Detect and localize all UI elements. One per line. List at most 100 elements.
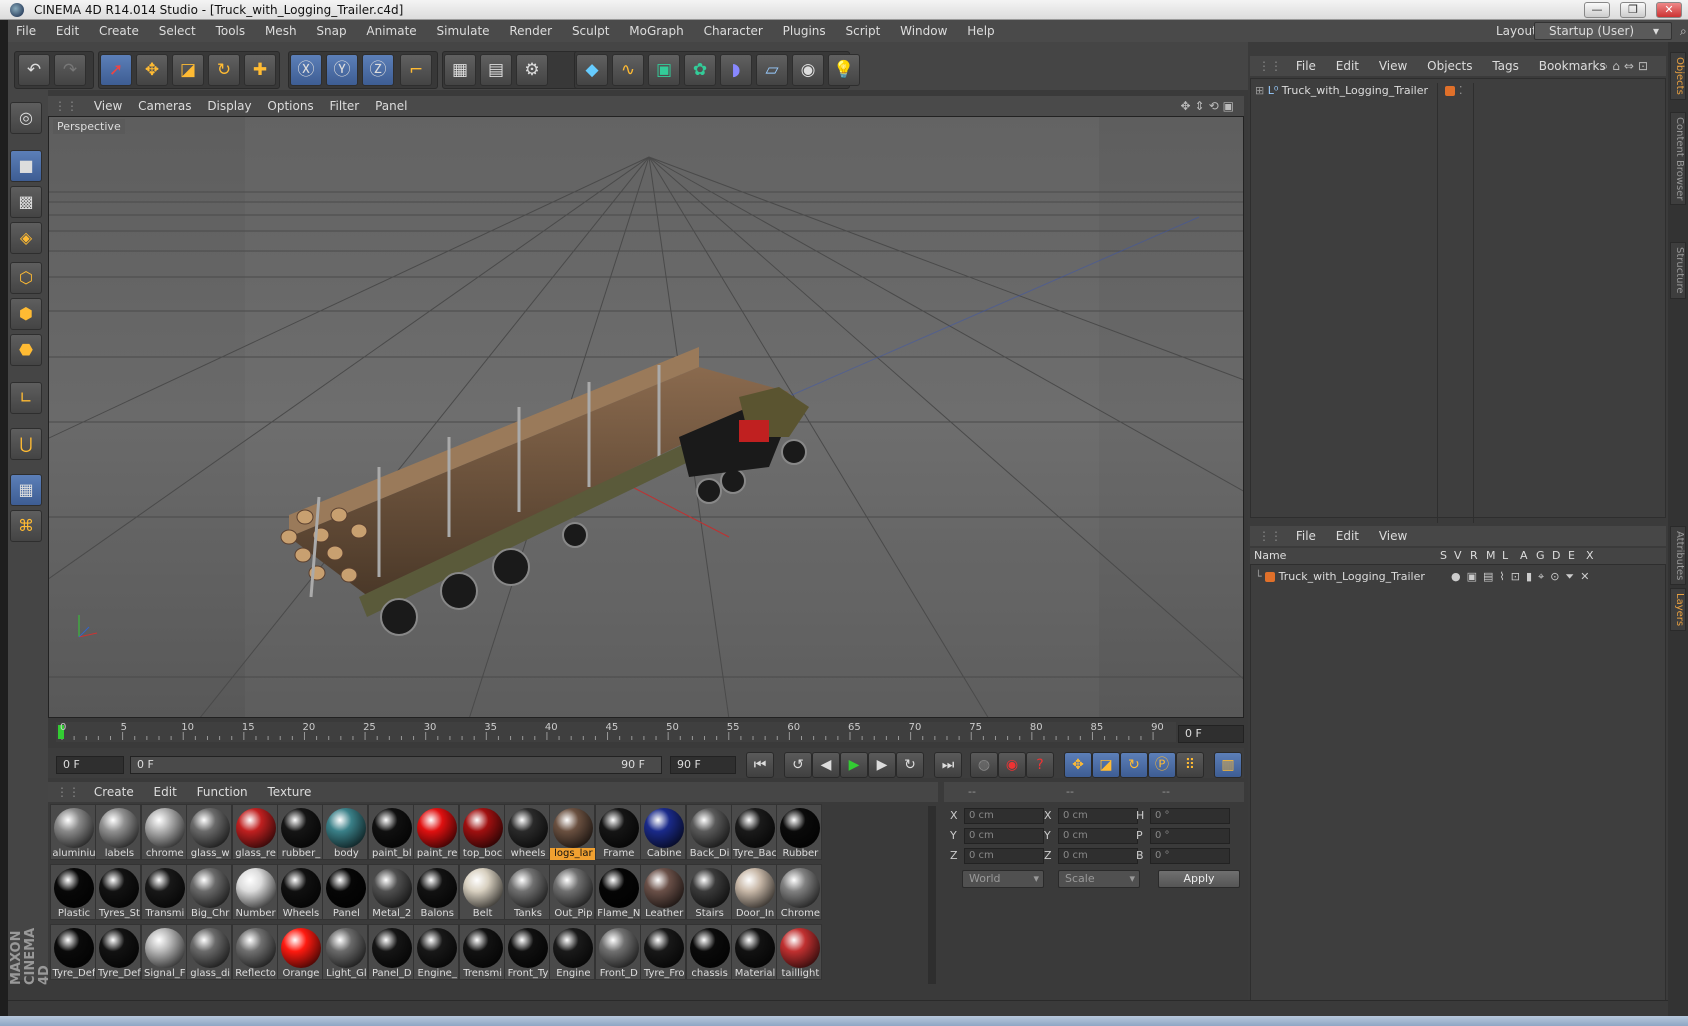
polygons-mode-icon[interactable]: ⬣ [10,334,42,366]
model-mode-icon[interactable]: ■ [10,150,42,182]
z-axis-icon[interactable]: Ⓩ [362,54,394,86]
points-mode-icon[interactable]: ⬡ [10,262,42,294]
object-name[interactable]: Truck_with_Logging_Trailer [1282,84,1428,97]
minimize-button[interactable]: — [1584,2,1610,18]
viewport-menu-filter[interactable]: Filter [330,96,360,116]
menu-snap[interactable]: Snap [316,20,346,42]
viewport-navigation-icons[interactable]: ✥⇕⟲▣ [1180,96,1238,116]
end-frame-field[interactable]: 90 F [670,756,736,774]
material-swatch[interactable]: Panel_D [367,924,414,980]
material-menu-texture[interactable]: Texture [267,782,311,802]
start-frame-field[interactable]: 0 F [56,756,124,774]
camera-icon[interactable]: ◉ [792,54,824,86]
floor-scene-icon[interactable]: ▱ [756,54,788,86]
edges-mode-icon[interactable]: ⬢ [10,298,42,330]
material-swatch[interactable]: Plastic [50,864,96,920]
move-icon[interactable]: ✥ [136,54,168,86]
object-menu-bookmarks[interactable]: Bookmarks [1539,56,1606,76]
viewport-menu-cameras[interactable]: Cameras [138,96,191,116]
material-swatch[interactable]: Big_Chr [186,864,233,920]
material-swatch[interactable]: Number [231,864,278,920]
cube-primitive-icon[interactable]: ◆ [576,54,608,86]
coord-value-field[interactable]: 0 cm [1058,848,1138,864]
layer-column-m[interactable]: M [1486,548,1496,564]
menu-animate[interactable]: Animate [366,20,416,42]
menu-help[interactable]: Help [967,20,994,42]
material-swatch[interactable]: taillight [776,924,823,980]
key-position-icon[interactable]: ✥ [1064,752,1092,778]
live-selection-icon[interactable]: ➚ [100,54,132,86]
mograph-cloner-icon[interactable]: ✿ [684,54,716,86]
material-swatch[interactable]: Wheels [277,864,323,920]
render-settings-icon[interactable]: ⚙ [516,54,548,86]
object-manager-nav-icons[interactable]: ⌕⌂⇔⊡ [1602,56,1652,76]
workplane-lock-icon[interactable]: ▦ [10,474,42,506]
layer-column-r[interactable]: R [1470,548,1478,564]
menu-character[interactable]: Character [704,20,763,42]
material-swatch[interactable]: Transmi [140,864,187,920]
material-swatch[interactable]: Front_Ty [504,924,550,980]
redo-icon[interactable]: ↷ [54,54,86,86]
go-to-end-icon[interactable]: ⏭ [934,752,962,778]
material-swatch[interactable]: Light_Gl [322,924,369,980]
menu-window[interactable]: Window [900,20,947,42]
workplane-mode-icon[interactable]: ◈ [10,222,42,254]
layer-column-a[interactable]: A [1520,548,1528,564]
render-picture-viewer-icon[interactable]: ▤ [480,54,512,86]
material-swatch[interactable]: Tyre_Fro [640,924,687,980]
drag-handle-icon[interactable]: ⋮⋮ [1258,526,1282,546]
play-icon[interactable]: ▶ [840,752,868,778]
scale-icon[interactable]: ◪ [172,54,204,86]
deformer-icon[interactable]: ◗ [720,54,752,86]
auto-keying-icon[interactable]: ◉ [998,752,1026,778]
apply-button[interactable]: Apply [1158,870,1240,888]
material-swatch[interactable]: glass_re [231,804,278,860]
drag-handle-icon[interactable]: ⋮⋮ [54,96,78,116]
menu-render[interactable]: Render [509,20,552,42]
coordinate-space-dropdown[interactable]: World ▾ [962,870,1044,888]
y-axis-icon[interactable]: Ⓨ [326,54,358,86]
layout-dropdown[interactable]: Startup (User) ▾ [1534,22,1672,40]
undo-icon[interactable]: ↶ [18,54,50,86]
timeline-window-icon[interactable]: ▥ [1214,752,1242,778]
search-icon[interactable]: ⌕ [1680,20,1687,42]
layer-column-name[interactable]: Name [1254,548,1286,564]
previous-frame-icon[interactable]: ◀ [812,752,840,778]
go-to-start-icon[interactable]: ⏮ [746,752,774,778]
coord-value-field[interactable]: 0 cm [964,808,1044,824]
layer-column-e[interactable]: E [1568,548,1575,564]
frame-range-slider[interactable]: 0 F 90 F [130,756,662,774]
viewport-menu-display[interactable]: Display [207,96,251,116]
layer-menu-edit[interactable]: Edit [1336,526,1359,546]
tab-objects[interactable]: Objects [1670,52,1686,100]
layer-toggle-icons[interactable]: ●▣▤⌇⊡▮⌖⊙⏷✕ [1451,569,1595,585]
solo-icon[interactable]: ⌘ [10,510,42,542]
layer-column-g[interactable]: G [1536,548,1545,564]
material-swatch[interactable]: Reflecto [231,924,278,980]
material-swatch[interactable]: Tyre_Def [50,924,96,980]
object-menu-view[interactable]: View [1379,56,1407,76]
viewport-menu-options[interactable]: Options [267,96,313,116]
menu-edit[interactable]: Edit [56,20,79,42]
light-icon[interactable]: 💡 [828,54,860,86]
material-swatch[interactable]: chrome [140,804,187,860]
material-swatch[interactable]: Flame_N [594,864,641,920]
coordinate-system-icon[interactable]: ⌐ [400,54,432,86]
render-view-icon[interactable]: ▦ [444,54,476,86]
material-swatch[interactable]: Door_In [731,864,777,920]
material-swatch[interactable]: Panel [322,864,369,920]
layer-menu-view[interactable]: View [1379,526,1407,546]
key-rotation-icon[interactable]: ↻ [1120,752,1148,778]
material-swatch[interactable]: body [322,804,369,860]
spline-icon[interactable]: ∿ [612,54,644,86]
menu-file[interactable]: File [16,20,36,42]
material-swatch[interactable]: Tyre_Def [95,924,142,980]
coordinate-mode-dropdown[interactable]: Scale ▾ [1058,870,1140,888]
material-swatch[interactable]: paint_bl [367,804,414,860]
material-swatch[interactable]: rubber_ [277,804,323,860]
object-row[interactable]: ⊞ L⁰ Truck_with_Logging_Trailer ⁚ [1255,83,1659,523]
menu-mograph[interactable]: MoGraph [629,20,684,42]
material-swatch[interactable]: glass_di [186,924,233,980]
material-swatch[interactable]: Out_Pip [549,864,596,920]
layer-row[interactable]: └ Truck_with_Logging_Trailer ●▣▤⌇⊡▮⌖⊙⏷✕ [1255,569,1659,585]
